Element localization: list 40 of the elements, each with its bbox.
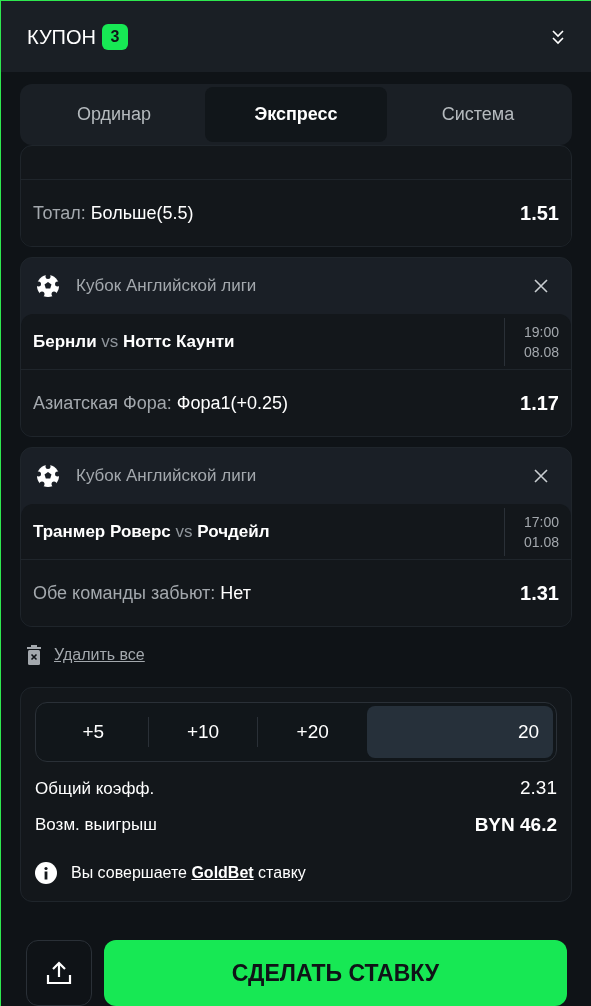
bet-selection: Тотал: Больше(5.5) bbox=[33, 201, 194, 225]
summary-label: Общий коэфф. bbox=[35, 777, 155, 800]
trash-icon[interactable] bbox=[26, 645, 42, 665]
info-icon bbox=[35, 862, 57, 884]
soccer-ball-icon bbox=[36, 464, 60, 488]
share-icon bbox=[46, 961, 72, 985]
coupon-title: КУПОН bbox=[27, 24, 96, 50]
count-badge: 3 bbox=[101, 23, 128, 50]
collapse-icon[interactable] bbox=[551, 28, 565, 45]
summary-label: Возм. выигрыш bbox=[35, 814, 157, 836]
place-bet-button[interactable]: СДЕЛАТЬ СТАВКУ bbox=[104, 940, 567, 1006]
league-name: Кубок Английской лиги bbox=[76, 465, 257, 488]
bet-type-tab[interactable]: Система bbox=[387, 87, 569, 142]
quick-stake-button[interactable]: +20 bbox=[258, 706, 367, 758]
bet-odds: 1.31 bbox=[520, 581, 559, 606]
bet-selection: Обе команды забьют: Нет bbox=[33, 581, 251, 605]
close-icon[interactable] bbox=[534, 279, 548, 293]
bet-selection: Азиатская Фора: Фора1(+0.25) bbox=[33, 391, 288, 415]
match-time: 17:00 bbox=[523, 512, 559, 532]
close-icon[interactable] bbox=[534, 469, 548, 483]
match-teams: Транмер Роверс vs Рочдейл bbox=[32, 520, 271, 543]
bet-type-tab[interactable]: Экспресс bbox=[205, 87, 387, 142]
bet-type-tab[interactable]: Ординар bbox=[23, 87, 205, 142]
delete-all-link[interactable]: Удалить все bbox=[54, 643, 145, 667]
stake-input[interactable]: 20 bbox=[367, 706, 553, 758]
goldbet-link[interactable]: GoldBet bbox=[191, 864, 254, 881]
summary-value: BYN 46.2 bbox=[474, 812, 557, 837]
share-button[interactable] bbox=[26, 940, 92, 1006]
quick-stake-button[interactable]: +10 bbox=[148, 706, 258, 758]
summary-value: 2.31 bbox=[520, 776, 557, 800]
bet-odds: 1.17 bbox=[520, 391, 559, 416]
league-name: Кубок Английской лиги bbox=[76, 275, 257, 298]
quick-stake-button[interactable]: +5 bbox=[39, 706, 148, 758]
match-teams: Бернли vs Ноттс Каунти bbox=[32, 330, 236, 353]
bet-type-notice: Вы совершаете GoldBet ставку bbox=[71, 863, 306, 883]
match-date: 01.08 bbox=[523, 532, 559, 552]
bet-odds: 1.51 bbox=[520, 201, 559, 226]
match-time: 19:00 bbox=[523, 322, 559, 342]
match-date: 08.08 bbox=[523, 342, 559, 362]
soccer-ball-icon bbox=[36, 274, 60, 298]
